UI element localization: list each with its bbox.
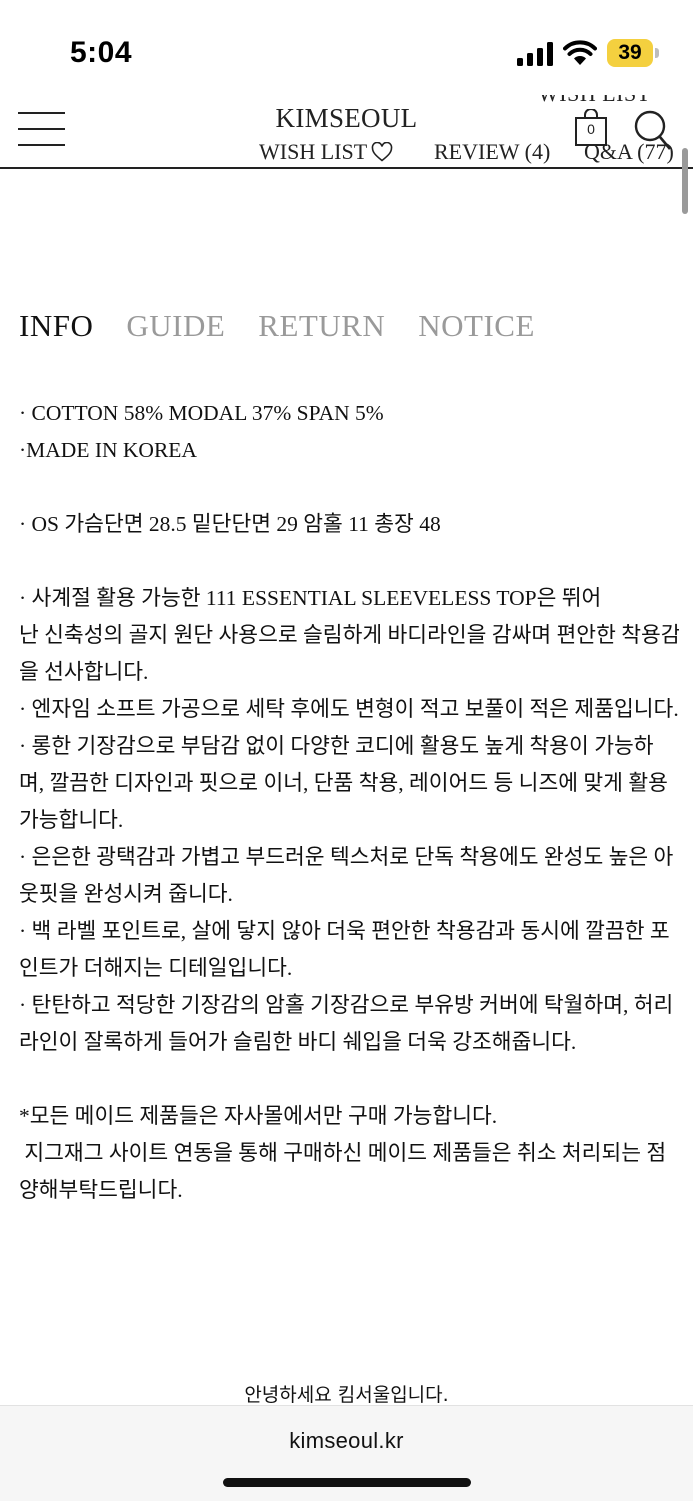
home-indicator[interactable] (223, 1478, 471, 1487)
description-line: ·MADE IN KOREA (19, 438, 197, 462)
description-line: 양해부탁드립니다. (19, 1178, 183, 1202)
scrollbar-thumb[interactable] (682, 148, 688, 214)
description-line: · 사계절 활용 가능한 111 ESSENTIAL SLEEVELESS TO… (19, 586, 602, 610)
browser-address-bar[interactable]: kimseoul.kr (0, 1405, 693, 1501)
description-line: · COTTON 58% MODAL 37% SPAN 5% (19, 401, 384, 425)
site-header: WISH LIST KIMSEOUL 0 WISH LIST REVIEW (4… (0, 95, 693, 169)
tab-guide[interactable]: GUIDE (126, 308, 225, 344)
tab-return[interactable]: RETURN (258, 308, 385, 344)
description-line: 가능합니다. (19, 808, 124, 832)
description-line: · 은은한 광택감과 가볍고 부드러운 텍스처로 단독 착용에도 완성도 높은 … (19, 845, 674, 869)
tab-notice[interactable]: NOTICE (418, 308, 535, 344)
battery-level: 39 (618, 41, 642, 64)
tab-label: WISH LIST (259, 139, 368, 164)
description-line: 며, 깔끔한 디자인과 핏으로 이너, 단품 착용, 레이어드 등 니즈에 맞게… (19, 771, 668, 795)
status-time: 5:04 (70, 36, 133, 69)
tab-qna[interactable]: Q&A (77) (584, 139, 674, 165)
footer-greeting: 안녕하세요 킴서울입니다. (244, 1384, 449, 1406)
battery-cap (655, 48, 659, 58)
description-line: · OS 가슴단면 28.5 밑단단면 29 암홀 11 총장 48 (19, 512, 441, 536)
product-description: · COTTON 58% MODAL 37% SPAN 5% ·MADE IN … (19, 395, 679, 1209)
url-label[interactable]: kimseoul.kr (0, 1428, 693, 1454)
status-bar: 5:04 39 (0, 0, 693, 95)
description-line: 난 신축성의 골지 원단 사용으로 슬림하게 바디라인을 감싸며 편안한 착용감 (19, 623, 679, 647)
cart-count: 0 (587, 121, 595, 137)
description-line: *모든 메이드 제품들은 자사몰에서만 구매 가능합니다. (19, 1104, 498, 1128)
wifi-icon (563, 40, 597, 65)
description-line: 라인이 잘록하게 들어가 슬림한 바디 쉐입을 더욱 강조해줍니다. (19, 1030, 577, 1054)
description-line: · 백 라벨 포인트로, 살에 닿지 않아 더욱 편안한 착용감과 동시에 깔끔… (19, 919, 670, 943)
tab-wish-list[interactable]: WISH LIST (259, 139, 393, 165)
heart-icon (371, 142, 393, 162)
tab-info[interactable]: INFO (19, 308, 93, 344)
product-tab-row: WISH LIST REVIEW (4) Q&A (77) (0, 139, 693, 167)
tab-review[interactable]: REVIEW (4) (434, 139, 550, 165)
battery-icon: 39 (607, 39, 659, 69)
description-line: · 엔자임 소프트 가공으로 세탁 후에도 변형이 적고 보풀이 적은 제품입니… (19, 697, 679, 721)
description-line: 지그재그 사이트 연동을 통해 구매하신 메이드 제품들은 취소 처리되는 점 (19, 1141, 667, 1165)
signal-icon (517, 42, 553, 66)
description-line: 을 선사합니다. (19, 660, 149, 684)
description-line: 인트가 더해지는 디테일입니다. (19, 956, 293, 980)
info-tabs: INFO GUIDE RETURN NOTICE (19, 308, 568, 348)
description-line: · 롱한 기장감으로 부담감 없이 다양한 코디에 활용도 높게 착용이 가능하 (19, 734, 654, 758)
description-line: 웃핏을 완성시켜 줍니다. (19, 882, 233, 906)
description-line: · 탄탄하고 적당한 기장감의 암홀 기장감으로 부유방 커버에 탁월하며, 허… (19, 993, 674, 1017)
